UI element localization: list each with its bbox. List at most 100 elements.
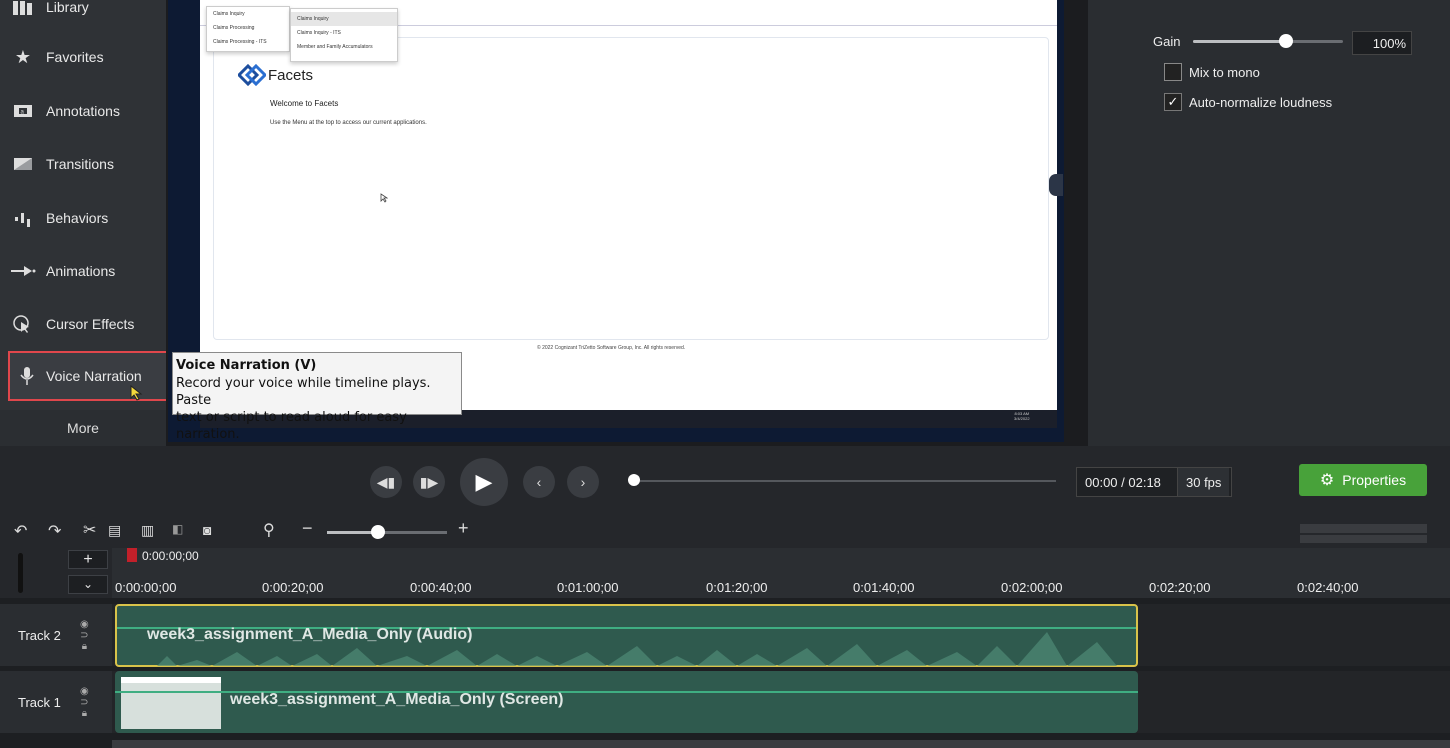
redo-icon[interactable]: ↷ xyxy=(48,521,61,541)
step-forward-icon: ▮▶ xyxy=(419,473,439,490)
ruler-tick-label: 0:02:00;00 xyxy=(1001,580,1063,595)
ruler-tick-label: 0:00:00;00 xyxy=(115,580,177,595)
more-button[interactable]: More xyxy=(0,410,166,446)
timeline-toolbar xyxy=(0,516,1450,548)
track-visibility-lock-icons[interactable]: ◉ ⊃ 🔒︎ xyxy=(80,619,89,652)
menu-item: Member and Family Accumulators xyxy=(297,44,373,50)
clip-thumbnail xyxy=(121,677,221,729)
timeline-horizontal-scrollbar[interactable] xyxy=(112,740,1450,748)
track-1-header[interactable]: Track 1 ◉ ⊃ 🔒︎ xyxy=(0,671,112,733)
scrubber-track[interactable] xyxy=(632,480,1056,482)
add-track-button[interactable]: + xyxy=(68,550,108,569)
library-icon xyxy=(0,0,46,16)
timeline-overview-bar[interactable] xyxy=(1300,535,1427,543)
split-icon[interactable]: ◧ xyxy=(172,522,183,536)
hint-text: Use the Menu at the top to access our cu… xyxy=(270,120,427,126)
transition-icon xyxy=(0,156,46,172)
time-readout: 00:00 / 02:18 xyxy=(1085,474,1161,490)
clip-label: week3_assignment_A_Media_Only (Screen) xyxy=(230,691,564,708)
chevron-down-icon: ⌄ xyxy=(82,577,94,591)
track-name: Track 2 xyxy=(18,627,61,643)
recorded-clock: 8:03 AM 3/4/2022 xyxy=(1014,411,1030,421)
collapse-panel-handle[interactable] xyxy=(1049,174,1063,196)
properties-label: Properties xyxy=(1342,472,1407,488)
sidebar-item-annotations[interactable]: a Annotations xyxy=(0,86,166,136)
track-visibility-lock-icons[interactable]: ◉ ⊃ 🔒︎ xyxy=(80,686,89,719)
menu-item: Claims Inquiry - ITS xyxy=(297,30,341,36)
facets-logo: Facets xyxy=(238,64,313,86)
recorded-cursor-icon xyxy=(380,190,389,208)
sidebar-item-cursor-effects[interactable]: Cursor Effects xyxy=(0,299,166,349)
ruler-tick-label: 0:01:40;00 xyxy=(853,580,915,595)
clip-label: week3_assignment_A_Media_Only (Audio) xyxy=(147,626,473,643)
screen-recording-clip[interactable]: week3_assignment_A_Media_Only (Screen) xyxy=(115,671,1138,733)
time-display: 00:00 / 02:18 30 fps xyxy=(1076,467,1232,497)
undo-icon[interactable]: ↶ xyxy=(14,521,27,541)
gear-icon: ⚙ xyxy=(1319,472,1335,489)
previous-marker-button[interactable]: ‹ xyxy=(523,466,555,498)
track-options-button[interactable]: ⌄ xyxy=(68,575,108,594)
audio-clip[interactable]: week3_assignment_A_Media_Only (Audio) xyxy=(115,604,1138,667)
sidebar-item-voice-narration[interactable]: Voice Narration xyxy=(8,351,172,401)
paste-icon[interactable]: ▥ xyxy=(141,522,154,539)
sidebar-item-animations[interactable]: Animations xyxy=(0,246,166,296)
gain-slider-fill xyxy=(1193,40,1285,43)
checkmark-icon: ✓ xyxy=(1167,94,1179,109)
mix-to-mono-checkbox[interactable] xyxy=(1164,63,1182,81)
zoom-out-button[interactable]: − xyxy=(302,518,313,539)
plus-icon: + xyxy=(83,551,93,568)
sidebar-item-transitions[interactable]: Transitions xyxy=(0,139,166,189)
scrubber-thumb[interactable] xyxy=(628,474,640,486)
zoom-slider-thumb[interactable] xyxy=(371,525,385,539)
sidebar-item-label: Library xyxy=(46,0,89,15)
brand-name: Facets xyxy=(268,66,314,84)
properties-button[interactable]: ⚙ Properties xyxy=(1299,464,1427,496)
copy-icon[interactable]: ▤ xyxy=(108,522,121,539)
ruler-tick-label: 0:01:20;00 xyxy=(706,580,768,595)
microphone-icon xyxy=(8,366,46,386)
behaviors-icon xyxy=(0,209,46,227)
auto-normalize-option[interactable]: ✓ Auto-normalize loudness xyxy=(1164,93,1332,111)
ruler-tick-label: 0:00:40;00 xyxy=(410,580,472,595)
sidebar-item-label: Voice Narration xyxy=(46,368,142,384)
menu-item: Claims Inquiry xyxy=(213,11,245,17)
play-button[interactable]: ▶ xyxy=(460,458,508,506)
next-marker-button[interactable]: › xyxy=(567,466,599,498)
mix-to-mono-option[interactable]: Mix to mono xyxy=(1164,63,1260,81)
sidebar-item-library[interactable]: Library xyxy=(0,0,166,32)
star-icon: ★ xyxy=(14,46,32,67)
chevron-right-icon: › xyxy=(580,474,586,490)
playhead-handle[interactable] xyxy=(127,548,137,562)
zoom-in-button[interactable]: + xyxy=(458,518,469,539)
clock-date: 3/4/2022 xyxy=(1014,416,1030,421)
animation-arrow-icon xyxy=(0,264,46,278)
menu-item: Claims Processing xyxy=(213,25,255,31)
timeline-overview-bar[interactable] xyxy=(1300,524,1427,533)
track-height-slider[interactable] xyxy=(18,553,23,593)
tooltip-title: Voice Narration (V) xyxy=(176,358,317,373)
properties-panel xyxy=(1088,0,1450,446)
sidebar-item-behaviors[interactable]: Behaviors xyxy=(0,193,166,243)
scissors-icon[interactable]: ✂ xyxy=(83,520,96,540)
auto-normalize-checkbox[interactable]: ✓ xyxy=(1164,93,1182,111)
mix-to-mono-label: Mix to mono xyxy=(1189,64,1260,80)
ruler-tick-label: 0:02:20;00 xyxy=(1149,580,1211,595)
track-name: Track 1 xyxy=(18,694,61,710)
sidebar-item-favorites[interactable]: ★ Favorites xyxy=(0,32,166,82)
annotation-icon: a xyxy=(0,103,46,119)
cursor-effects-icon xyxy=(0,314,46,334)
gain-slider-thumb[interactable] xyxy=(1279,34,1293,48)
camera-icon[interactable]: ◙ xyxy=(203,522,211,538)
tooltip-line-2: text or script to read aloud for easy na… xyxy=(176,410,407,442)
gain-value-field[interactable]: 100% xyxy=(1352,31,1412,55)
track-2-header[interactable]: Track 2 ◉ ⊃ 🔒︎ xyxy=(0,604,112,666)
step-back-button[interactable]: ◀▮ xyxy=(370,466,402,498)
chevron-left-icon: ‹ xyxy=(536,474,542,490)
fps-readout[interactable]: 30 fps xyxy=(1177,468,1230,496)
sidebar-item-label: Annotations xyxy=(46,103,120,119)
sidebar-item-label: Behaviors xyxy=(46,210,109,226)
play-icon: ▶ xyxy=(475,469,493,494)
step-forward-button[interactable]: ▮▶ xyxy=(413,466,445,498)
recorded-menu-primary: Claims Inquiry Claims Processing Claims … xyxy=(206,6,290,52)
recorded-menu-submenu: Claims Inquiry Claims Inquiry - ITS Memb… xyxy=(290,8,398,62)
